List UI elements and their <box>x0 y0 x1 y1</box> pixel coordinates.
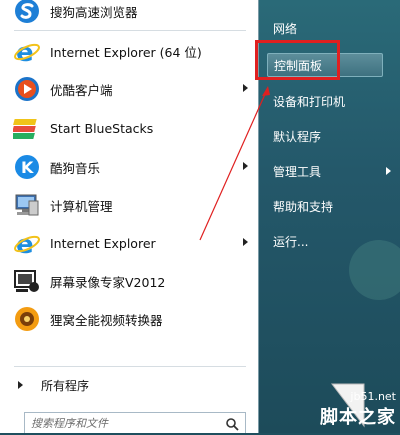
program-item-ie[interactable]: e Internet Explorer <box>6 226 254 260</box>
watermark-name: 脚本之家 <box>320 407 396 428</box>
program-label: 屏幕录像专家V2012 <box>50 274 166 290</box>
all-programs-label: 所有程序 <box>41 378 90 393</box>
program-label: Internet Explorer (64 位) <box>50 44 202 60</box>
right-item-network[interactable]: 网络 <box>273 17 297 39</box>
chevron-right-icon <box>243 238 248 246</box>
internet-explorer-icon: e <box>12 36 42 66</box>
program-label: 酷狗音乐 <box>50 160 101 176</box>
video-converter-icon <box>12 304 42 334</box>
computer-management-icon <box>12 190 42 220</box>
separator <box>14 366 246 367</box>
right-item-admin-tools[interactable]: 管理工具 <box>273 160 397 182</box>
search-box <box>24 412 246 433</box>
all-programs-button[interactable]: 所有程序 <box>14 374 244 396</box>
chevron-right-icon <box>386 167 391 175</box>
chevron-right-icon <box>243 162 248 170</box>
background-glow <box>349 240 400 300</box>
program-label: Internet Explorer <box>50 235 156 251</box>
kugou-music-icon: K <box>12 152 42 182</box>
search-input[interactable] <box>25 415 223 431</box>
program-label: 狸窝全能视频转换器 <box>50 312 163 328</box>
right-item-label: 帮助和支持 <box>273 199 334 214</box>
programs-pane: 搜狗高速浏览器 e Internet Explorer (64 位) 优酷客户端… <box>0 0 259 433</box>
right-item-default-programs[interactable]: 默认程序 <box>273 125 321 147</box>
annotation-highlight-box <box>255 40 340 80</box>
program-item-sogou-browser[interactable]: 搜狗高速浏览器 <box>6 0 254 28</box>
bluestacks-icon <box>12 113 42 143</box>
screen-recorder-icon <box>12 266 42 296</box>
right-item-help-support[interactable]: 帮助和支持 <box>273 195 333 217</box>
program-item-computer-management[interactable]: 计算机管理 <box>6 188 254 222</box>
program-label: 优酷客户端 <box>50 82 113 98</box>
program-item-ie64[interactable]: e Internet Explorer (64 位) <box>6 34 254 68</box>
watermark: jb51.net 脚本之家 <box>320 390 396 429</box>
right-item-label: 网络 <box>273 21 298 36</box>
youku-icon <box>12 74 42 104</box>
program-item-youku[interactable]: 优酷客户端 <box>6 72 254 106</box>
right-item-label: 默认程序 <box>273 129 322 144</box>
sogou-browser-icon <box>12 0 42 26</box>
program-item-kugou[interactable]: K 酷狗音乐 <box>6 150 254 184</box>
program-item-screen-recorder[interactable]: 屏幕录像专家V2012 <box>6 264 254 298</box>
search-icon <box>225 416 239 435</box>
right-item-run[interactable]: 运行... <box>273 230 308 252</box>
right-item-label: 设备和打印机 <box>273 94 346 109</box>
watermark-url: jb51.net <box>350 390 396 403</box>
chevron-right-icon <box>243 84 248 92</box>
program-label: Start BlueStacks <box>50 120 154 136</box>
right-item-label: 管理工具 <box>273 164 322 179</box>
separator <box>14 30 246 31</box>
right-item-label: 运行... <box>273 234 309 249</box>
program-label: 搜狗高速浏览器 <box>50 4 138 20</box>
right-item-devices-printers[interactable]: 设备和打印机 <box>273 90 345 112</box>
chevron-right-icon <box>18 381 23 389</box>
program-label: 计算机管理 <box>50 198 113 214</box>
program-item-bluestacks[interactable]: Start BlueStacks <box>6 111 254 145</box>
svg-text:K: K <box>21 158 34 177</box>
internet-explorer-icon: e <box>12 228 42 258</box>
program-item-video-converter[interactable]: 狸窝全能视频转换器 <box>6 302 254 336</box>
